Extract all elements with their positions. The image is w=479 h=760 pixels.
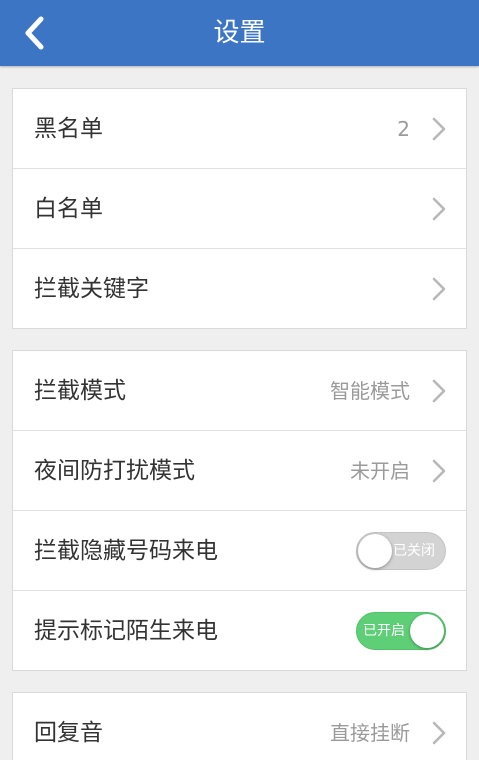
reply-tone-item[interactable]: 回复音 直接挂断 [13,693,466,760]
settings-screen: 设置 黑名单 2 白名单 拦截关键字 拦截模式 智能模式 夜间防打扰模式 未开启… [0,0,479,760]
block-hidden-number-toggle[interactable]: 已关闭 [356,532,446,570]
night-dnd-mode-value: 未开启 [350,459,410,483]
toggle-state-text: 已开启 [363,623,405,639]
block-keywords-item[interactable]: 拦截关键字 [13,249,466,329]
blacklist-item[interactable]: 黑名单 2 [13,89,466,169]
back-button[interactable] [10,8,58,58]
page-title: 设置 [213,18,266,48]
blacklist-label: 黑名单 [34,116,103,142]
reply-tone-label: 回复音 [34,720,103,746]
night-dnd-mode-label: 夜间防打扰模式 [34,458,195,484]
chevron-right-icon [432,117,446,141]
night-dnd-mode-item[interactable]: 夜间防打扰模式 未开启 [13,431,466,511]
blacklist-count: 2 [397,117,410,141]
mark-stranger-call-item: 提示标记陌生来电 已开启 [13,591,466,671]
toggle-knob [358,534,392,568]
block-hidden-number-item: 拦截隐藏号码来电 已关闭 [13,511,466,591]
whitelist-item[interactable]: 白名单 [13,169,466,249]
block-keywords-label: 拦截关键字 [34,276,149,302]
toggle-state-text: 已关闭 [393,543,435,559]
whitelist-label: 白名单 [34,196,103,222]
block-hidden-number-label: 拦截隐藏号码来电 [34,538,218,564]
mark-stranger-call-toggle[interactable]: 已开启 [356,612,446,650]
list-group-lists: 黑名单 2 白名单 拦截关键字 [12,88,467,329]
block-mode-value: 智能模式 [330,379,410,403]
chevron-left-icon [25,16,44,50]
title-bar: 设置 [0,0,479,66]
chevron-right-icon [432,379,446,403]
chevron-right-icon [432,197,446,221]
list-group-reply: 回复音 直接挂断 [12,692,467,760]
reply-tone-value: 直接挂断 [330,721,410,745]
block-mode-item[interactable]: 拦截模式 智能模式 [13,351,466,431]
chevron-right-icon [432,459,446,483]
list-group-modes: 拦截模式 智能模式 夜间防打扰模式 未开启 拦截隐藏号码来电 已关闭 提示标记陌… [12,350,467,671]
toggle-knob [410,614,444,648]
block-mode-label: 拦截模式 [34,378,126,404]
chevron-right-icon [432,721,446,745]
mark-stranger-call-label: 提示标记陌生来电 [34,618,218,644]
chevron-right-icon [432,277,446,301]
